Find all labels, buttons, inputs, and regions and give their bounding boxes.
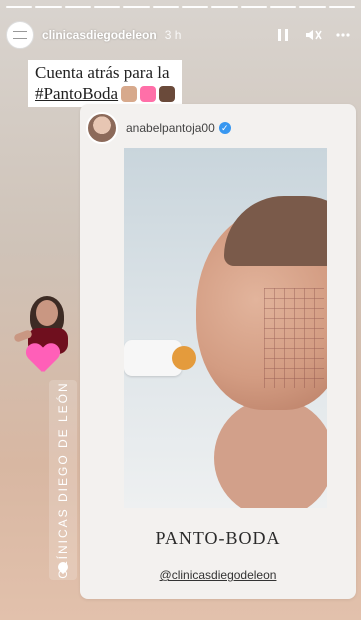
neck-shape — [214, 398, 327, 508]
treatment-device — [124, 330, 202, 386]
progress-segment — [93, 6, 121, 8]
shared-post-title: PANTO-BODA — [155, 528, 281, 548]
heart-sticker-icon — [26, 344, 58, 376]
more-icon[interactable] — [333, 25, 353, 45]
verified-badge-icon: ✓ — [218, 122, 231, 134]
progress-segment — [152, 6, 179, 8]
mention-line: @clinicasdiegodeleon — [80, 568, 356, 582]
treatment-grid-marks — [264, 288, 324, 388]
story-controls — [273, 25, 353, 45]
avatar[interactable] — [86, 112, 118, 144]
hashtag[interactable]: #PantoBoda — [35, 83, 118, 104]
progress-segment — [181, 6, 209, 8]
time-ago: 3 h — [164, 28, 182, 42]
shared-post-photo — [124, 148, 327, 508]
progress-segment — [64, 6, 91, 8]
location-sticker[interactable]: CLÍNICAS DIEGO DE LEÓN — [49, 380, 77, 580]
progress-segment — [240, 6, 267, 8]
progress-segment — [6, 6, 33, 8]
caption-line: Cuenta atrás para la — [35, 63, 170, 82]
progress-segment — [328, 6, 355, 8]
pause-icon[interactable] — [273, 25, 293, 45]
caption-sticker: Cuenta atrás para la #PantoBoda — [28, 60, 183, 107]
progress-segment — [299, 6, 326, 8]
caption-hashtag-line: #PantoBoda — [35, 83, 176, 104]
progress-segment — [35, 6, 62, 8]
story-progress-bar — [6, 6, 355, 8]
mute-icon[interactable] — [303, 25, 323, 45]
progress-segment — [211, 6, 238, 8]
shared-post-username[interactable]: anabelpantoja00 — [126, 121, 215, 135]
groom-emoji-icon — [159, 85, 176, 102]
username[interactable]: clinicasdiegodeleon — [42, 28, 157, 42]
shared-post-card[interactable]: anabelpantoja00 ✓ PANTO-BODA @clinicasdi… — [80, 104, 356, 599]
location-text: CLÍNICAS DIEGO DE LEÓN — [56, 381, 70, 579]
shared-post-header: anabelpantoja00 ✓ — [86, 112, 231, 144]
progress-segment — [123, 6, 150, 8]
logo-icon — [13, 31, 27, 39]
progress-segment — [269, 6, 297, 8]
heart-emoji-icon — [140, 85, 157, 102]
avatar[interactable] — [6, 21, 34, 49]
story-header: clinicasdiegodeleon 3 h — [6, 18, 353, 52]
bride-emoji-icon — [121, 85, 138, 102]
mention-link[interactable]: @clinicasdiegodeleon — [160, 568, 277, 582]
